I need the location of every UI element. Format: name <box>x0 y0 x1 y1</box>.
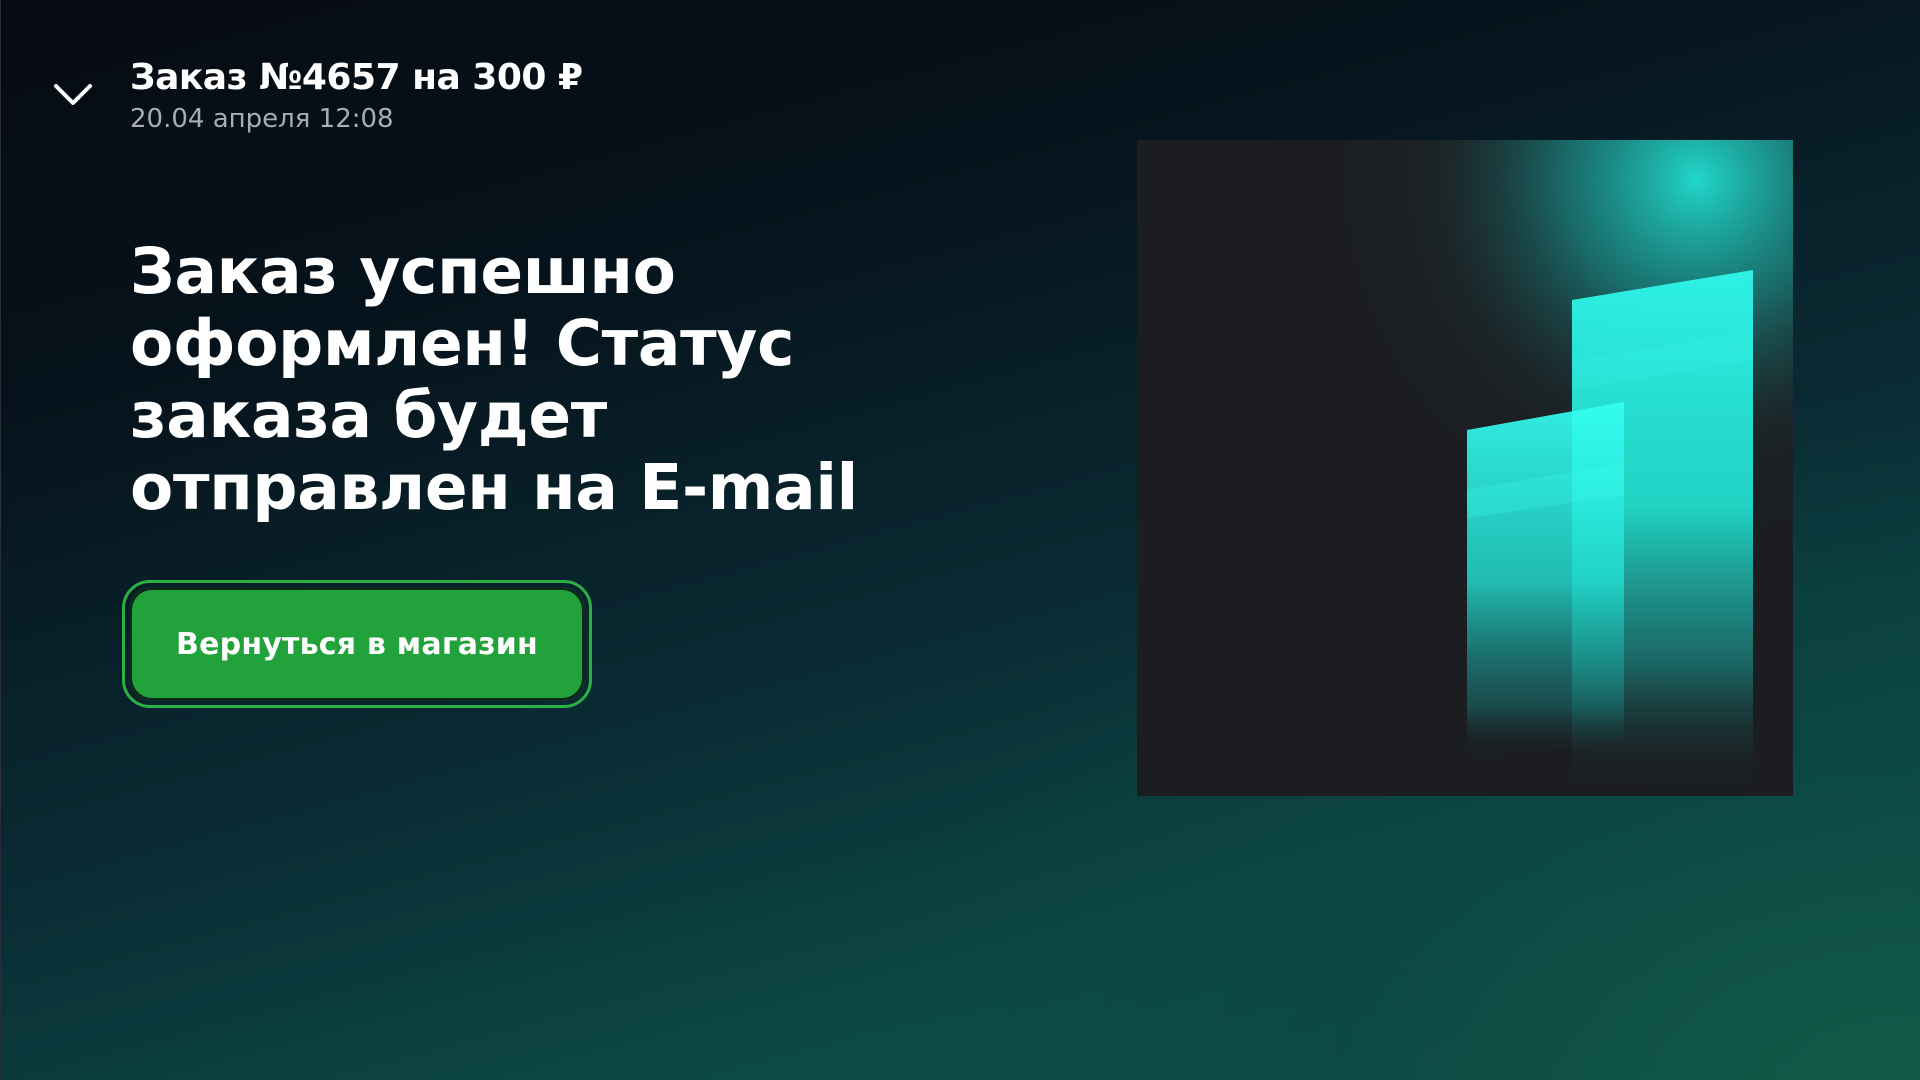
bar-chart-illustration <box>1137 140 1793 796</box>
order-header: Заказ №4657 на 300 ₽ 20.04 апреля 12:08 <box>0 0 900 140</box>
order-date: 20.04 апреля 12:08 <box>130 104 394 134</box>
illustration-short-bar <box>1467 402 1624 760</box>
window-left-edge <box>0 0 1 1080</box>
back-to-shop-button-label: Вернуться в магазин <box>129 587 585 701</box>
chevron-down-icon[interactable] <box>50 76 96 116</box>
success-message: Заказ успешно оформлен! Статус заказа бу… <box>130 235 858 524</box>
back-to-shop-button[interactable]: Вернуться в магазин <box>122 580 592 708</box>
order-title: Заказ №4657 на 300 ₽ <box>130 57 583 98</box>
